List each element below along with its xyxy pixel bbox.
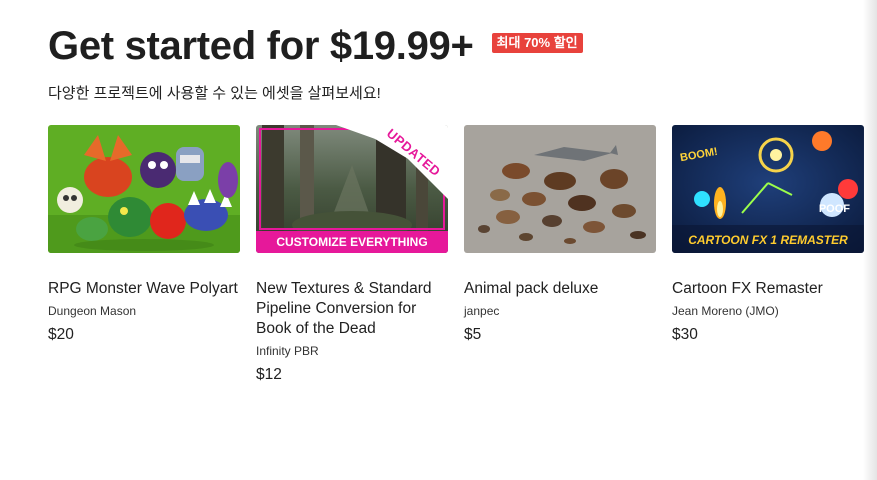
page-title: Get started for $19.99+: [48, 24, 474, 68]
rpg-monster-image: [48, 125, 240, 253]
asset-price: $12: [256, 366, 282, 383]
asset-publisher[interactable]: Dungeon Mason: [48, 303, 240, 319]
section-header: Get started for $19.99+ 최대 70% 할인: [48, 22, 583, 70]
asset-card[interactable]: Animal pack deluxe janpec $5: [464, 125, 656, 385]
asset-publisher[interactable]: janpec: [464, 303, 656, 319]
forest-image: [256, 125, 448, 253]
cartoon-fx-logo: CARTOON FX 1 REMASTER: [688, 233, 848, 247]
asset-title[interactable]: RPG Monster Wave Polyart: [48, 279, 240, 299]
section-subtitle: 다양한 프로젝트에 사용할 수 있는 에셋을 살펴보세요!: [48, 85, 381, 102]
asset-price: $30: [672, 326, 698, 343]
asset-card[interactable]: UPDATED CUSTOMIZE EVERYTHING New Texture…: [256, 125, 448, 385]
animal-pack-image: [464, 125, 656, 253]
asset-title[interactable]: New Textures & Standard Pipeline Convers…: [256, 279, 448, 339]
scroll-edge-shadow: [863, 0, 877, 480]
asset-price: $20: [48, 326, 74, 343]
asset-publisher[interactable]: Infinity PBR: [256, 343, 448, 359]
asset-card-list: RPG Monster Wave Polyart Dungeon Mason $…: [48, 125, 864, 385]
asset-price: $5: [464, 326, 482, 343]
poof-label: POOF: [818, 203, 850, 215]
asset-title[interactable]: Cartoon FX Remaster: [672, 279, 864, 299]
asset-publisher[interactable]: Jean Moreno (JMO): [672, 303, 864, 319]
asset-card[interactable]: BOOM! POOF CARTOON FX 1 REMASTER Cartoon…: [672, 125, 864, 385]
asset-thumbnail-rpg-monster[interactable]: [48, 125, 240, 253]
asset-thumbnail-book-of-the-dead[interactable]: UPDATED CUSTOMIZE EVERYTHING: [256, 125, 448, 253]
asset-title[interactable]: Animal pack deluxe: [464, 279, 656, 299]
discount-badge: 최대 70% 할인: [491, 33, 583, 53]
asset-thumbnail-animal-pack[interactable]: [464, 125, 656, 253]
asset-thumbnail-cartoon-fx[interactable]: BOOM! POOF CARTOON FX 1 REMASTER: [672, 125, 864, 253]
asset-card[interactable]: RPG Monster Wave Polyart Dungeon Mason $…: [48, 125, 240, 385]
customize-caption: CUSTOMIZE EVERYTHING: [276, 235, 428, 249]
